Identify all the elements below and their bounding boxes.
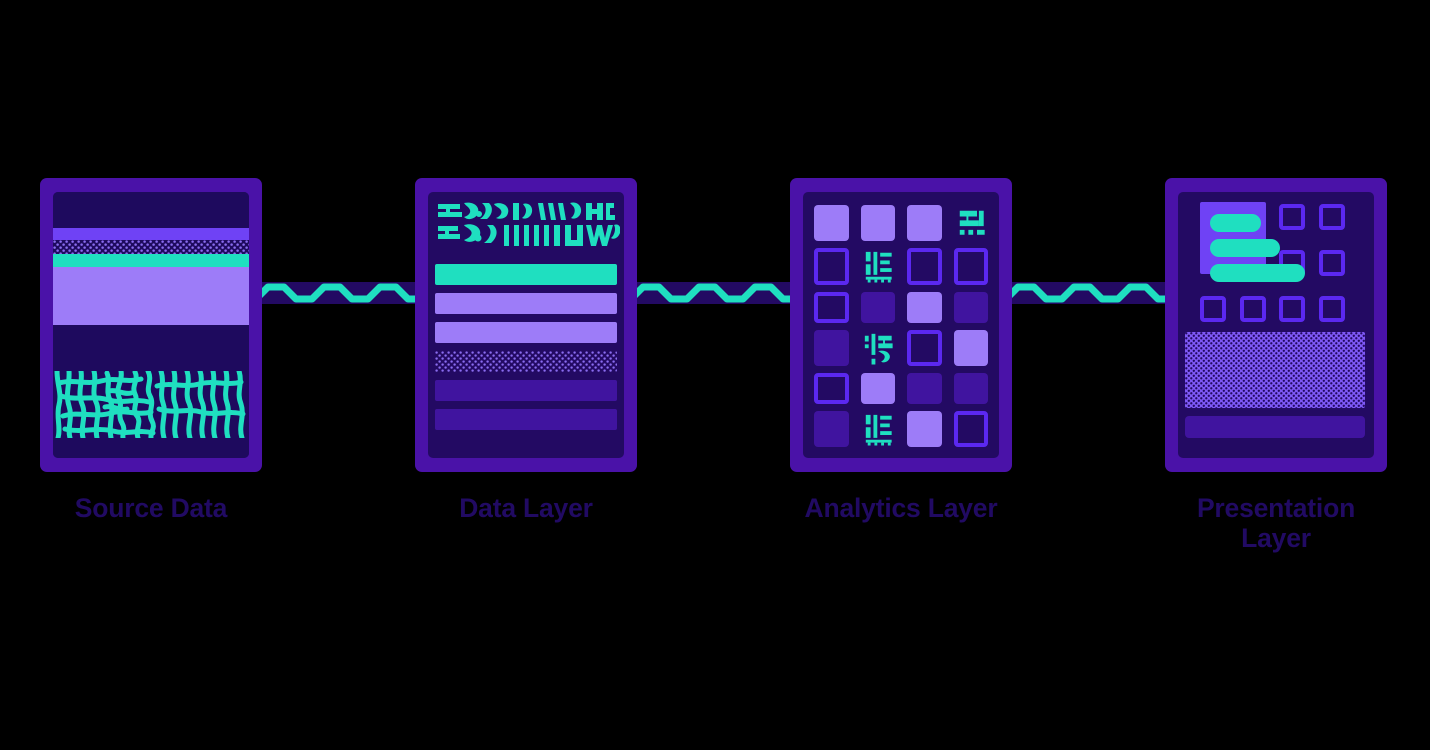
footer-bar <box>1185 416 1365 438</box>
panel-label-analytics-layer: Analytics Layer <box>804 493 998 523</box>
panel-frame-presentation-layer <box>1165 178 1387 472</box>
band-teal <box>53 254 249 267</box>
analytics-cell-r2c3[interactable] <box>907 248 942 285</box>
analytics-cell-r6c4[interactable] <box>953 410 988 447</box>
row-bar-1 <box>435 264 617 285</box>
analytics-cell-r4c4[interactable] <box>953 329 988 366</box>
kpi-tile-8[interactable] <box>1319 296 1345 322</box>
analytics-cell-r5c2[interactable] <box>860 372 895 404</box>
row-bar-6 <box>435 409 617 430</box>
kpi-tile-7[interactable] <box>1279 296 1305 322</box>
analytics-cell-r1c1[interactable] <box>814 205 849 242</box>
panel-source-data[interactable]: Source Data <box>38 178 264 524</box>
band-accent <box>53 228 249 240</box>
connector-analytics-to-presentation <box>1012 282 1170 304</box>
analytics-glyph-icon-r2c2 <box>861 248 896 284</box>
analytics-cell-r1c2[interactable] <box>860 205 895 242</box>
glyph-text-rows <box>434 200 620 258</box>
connector-source-to-data <box>262 282 420 304</box>
band-light-purple <box>53 267 249 325</box>
panel-inner-data-layer <box>428 192 624 458</box>
analytics-cell-r3c2[interactable] <box>860 291 895 323</box>
panel-frame-source-data <box>40 178 262 472</box>
kpi-tile-1[interactable] <box>1279 204 1305 230</box>
kpi-tile-2[interactable] <box>1319 204 1345 230</box>
panel-analytics-layer[interactable]: Analytics Layer <box>788 178 1014 524</box>
panel-inner-analytics-layer <box>803 192 999 458</box>
band-dotted <box>53 240 249 254</box>
analytics-cell-r5c3[interactable] <box>907 372 942 404</box>
analytics-cell-r5c1[interactable] <box>814 372 849 404</box>
panel-presentation-layer[interactable]: Presentation Layer <box>1163 178 1389 553</box>
analytics-cell-r3c1[interactable] <box>814 291 849 323</box>
band-footer <box>53 438 249 458</box>
band-header <box>53 192 249 228</box>
analytics-glyph-icon-r1c4 <box>954 205 989 241</box>
analytics-cell-r3c4[interactable] <box>953 291 988 323</box>
panel-label-source-data: Source Data <box>74 493 228 523</box>
bar-3 <box>1210 264 1305 282</box>
bar-2 <box>1210 239 1280 257</box>
panel-frame-data-layer <box>415 178 637 472</box>
band-navy-gap <box>53 325 249 371</box>
analytics-cell-r6c3[interactable] <box>907 410 942 447</box>
analytics-cell-r5c4[interactable] <box>953 372 988 404</box>
analytics-cell-r3c3[interactable] <box>907 291 942 323</box>
analytics-cell-r6c1[interactable] <box>814 410 849 447</box>
row-bar-2 <box>435 293 617 314</box>
panel-data-layer[interactable]: Data Layer <box>413 178 639 524</box>
analytics-glyph-icon-r6c2 <box>861 411 896 447</box>
analytics-cell-r1c3[interactable] <box>907 205 942 242</box>
analytics-cell-r2c1[interactable] <box>814 248 849 285</box>
panel-label-presentation-layer: Presentation Layer <box>1196 493 1356 553</box>
kpi-tile-5[interactable] <box>1200 296 1226 322</box>
analytics-cell-r4c3[interactable] <box>907 329 942 366</box>
row-bar-5 <box>435 380 617 401</box>
kpi-tile-4[interactable] <box>1319 250 1345 276</box>
connector-data-to-analytics <box>637 282 795 304</box>
row-bar-4-dotted <box>435 351 617 372</box>
panel-inner-presentation-layer <box>1178 192 1374 458</box>
diagram-canvas: Source Data Data Layer Analytics Layer P… <box>0 0 1430 750</box>
kpi-tile-6[interactable] <box>1240 296 1266 322</box>
heatmap-block <box>1185 332 1365 408</box>
panel-label-data-layer: Data Layer <box>459 493 593 523</box>
analytics-cell-r2c4[interactable] <box>953 248 988 285</box>
panel-inner-source-data <box>53 192 249 458</box>
analytics-glyph-icon-r4c2 <box>861 330 896 366</box>
analytics-grid <box>814 205 988 447</box>
bar-1 <box>1210 214 1261 232</box>
row-bar-3 <box>435 322 617 343</box>
panel-frame-analytics-layer <box>790 178 1012 472</box>
analytics-cell-r4c1[interactable] <box>814 329 849 366</box>
band-maze-texture <box>53 368 249 441</box>
